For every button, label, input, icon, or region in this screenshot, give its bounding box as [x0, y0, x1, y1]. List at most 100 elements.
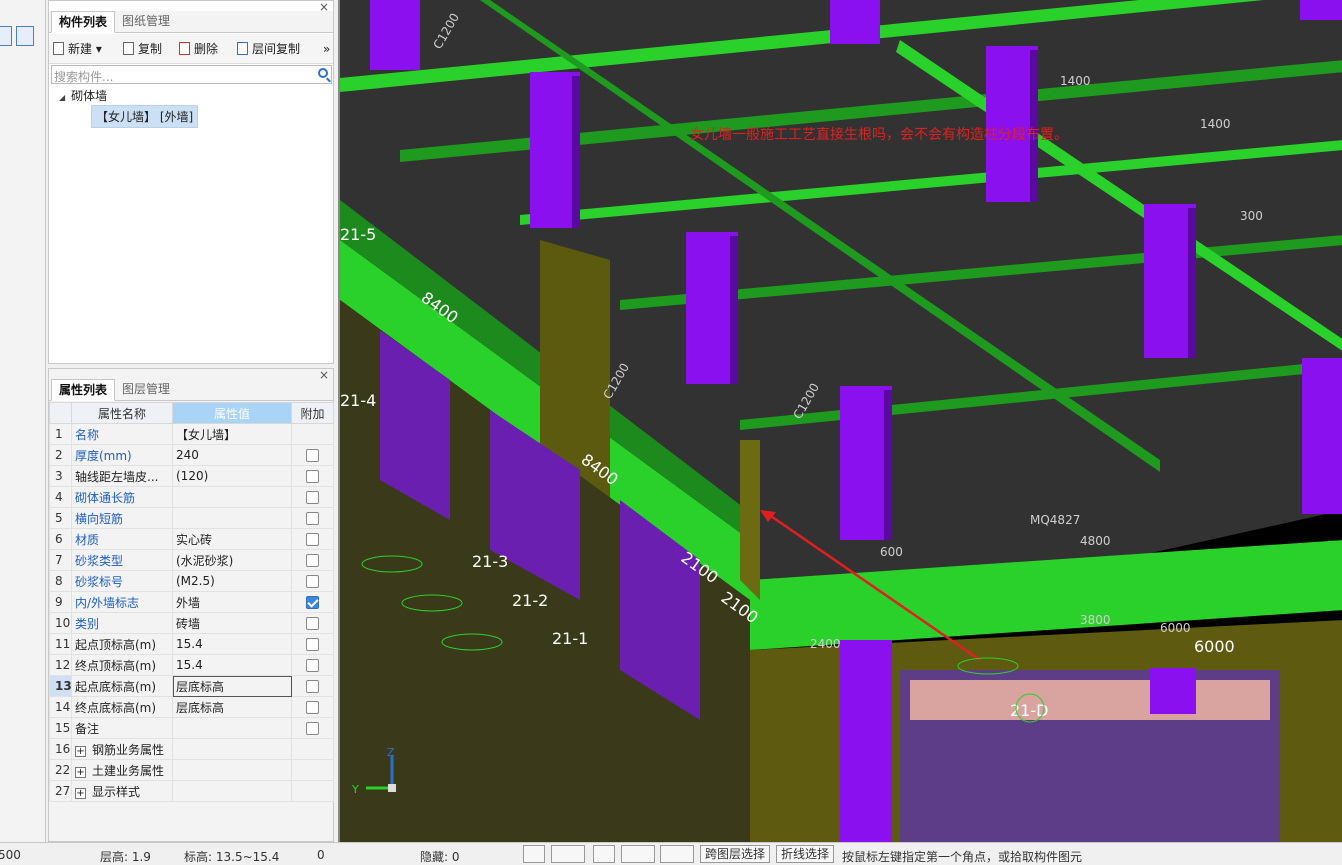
ortho-snap-icon[interactable] [523, 845, 545, 863]
property-value[interactable]: (120) [172, 465, 292, 487]
group-extra-cell [291, 780, 334, 802]
property-value[interactable] [172, 486, 292, 508]
property-value[interactable]: 【女儿墙】 [172, 423, 292, 445]
property-name: 起点顶标高(m) [71, 633, 173, 655]
extra-checkbox[interactable] [306, 533, 319, 546]
property-row[interactable]: 7 砂浆类型 (水泥砂浆) [49, 549, 334, 571]
property-value[interactable]: 15.4 [172, 633, 292, 655]
property-row[interactable]: 11 起点顶标高(m) 15.4 [49, 633, 334, 655]
property-value[interactable]: 实心砖 [172, 528, 292, 550]
search-icon[interactable] [318, 68, 328, 78]
expand-plus-icon[interactable]: + [75, 745, 86, 757]
dim-3800: 3800 [1080, 613, 1111, 627]
property-value[interactable]: (水泥砂浆) [172, 549, 292, 571]
row-number: 12 [49, 654, 72, 676]
extra-checkbox[interactable] [306, 512, 319, 525]
extra-checkbox[interactable] [306, 491, 319, 504]
tab-component-list[interactable]: 构件列表 [51, 11, 116, 33]
property-value[interactable]: 15.4 [172, 654, 292, 676]
extra-checkbox-cell [291, 717, 334, 739]
row-number: 3 [49, 465, 72, 487]
extra-checkbox-cell [291, 654, 334, 676]
row-number: 16 [49, 738, 72, 760]
property-value[interactable]: 层底标高 [172, 675, 292, 697]
angle-icon[interactable] [621, 845, 655, 863]
property-group-row[interactable]: 16 + 钢筋业务属性 [49, 738, 334, 760]
extra-checkbox[interactable] [306, 470, 319, 483]
extra-checkbox[interactable] [306, 701, 319, 714]
new-button[interactable]: 新建 ▾ [53, 41, 102, 57]
tab-drawing-management[interactable]: 图纸管理 [115, 11, 177, 33]
cross-select-icon[interactable] [593, 845, 615, 863]
dim-6000-small: 6000 [1160, 621, 1191, 635]
3d-viewport[interactable]: 女儿墙一般施工工艺直接生根吗，会不会有构造柱分段布置。 21-5 21-4 21… [338, 0, 1342, 842]
extra-checkbox[interactable] [306, 575, 319, 588]
property-row[interactable]: 12 终点顶标高(m) 15.4 [49, 654, 334, 676]
property-group-row[interactable]: 22 + 土建业务属性 [49, 759, 334, 781]
property-value[interactable]: 层底标高 [172, 696, 292, 718]
tree-node-masonry-wall[interactable]: ◢ 砌体墙 [59, 87, 107, 104]
row-number: 6 [49, 528, 72, 550]
extra-checkbox[interactable] [306, 638, 319, 651]
building-3d-model[interactable]: 女儿墙一般施工工艺直接生根吗，会不会有构造柱分段布置。 21-5 21-4 21… [340, 0, 1342, 842]
extra-checkbox-cell [291, 633, 334, 655]
property-row[interactable]: 1 名称 【女儿墙】 [49, 423, 334, 445]
property-row[interactable]: 14 终点底标高(m) 层底标高 [49, 696, 334, 718]
select-box-icon[interactable] [551, 845, 585, 863]
status-left-value: 500 [0, 848, 21, 862]
property-row[interactable]: 9 内/外墙标志 外墙 [49, 591, 334, 613]
floor-copy-button[interactable]: 层间复制 [237, 41, 300, 57]
tree-node-parapet[interactable]: 【女儿墙】 [外墙] [91, 105, 199, 128]
property-row[interactable]: 15 备注 [49, 717, 334, 739]
more-button[interactable]: » [323, 41, 330, 57]
property-name: 备注 [71, 717, 173, 739]
property-value[interactable]: 外墙 [172, 591, 292, 613]
header-num [49, 402, 72, 424]
offset-icon[interactable] [660, 845, 694, 863]
row-number: 10 [49, 612, 72, 634]
extra-checkbox[interactable] [306, 449, 319, 462]
list-icon[interactable] [0, 26, 12, 46]
header-property-name: 属性名称 [71, 402, 173, 424]
extra-checkbox[interactable] [306, 722, 319, 735]
extra-checkbox-cell [291, 570, 334, 592]
tab-property-list[interactable]: 属性列表 [51, 379, 116, 401]
property-value[interactable]: (M2.5) [172, 570, 292, 592]
property-row[interactable]: 13 起点底标高(m) 层底标高 [49, 675, 334, 697]
property-row[interactable]: 4 砌体通长筋 [49, 486, 334, 508]
expand-plus-icon[interactable]: + [75, 787, 86, 799]
property-row[interactable]: 2 厚度(mm) 240 [49, 444, 334, 466]
dim-1400-a: 1400 [1060, 74, 1091, 88]
extra-checkbox[interactable] [306, 659, 319, 672]
property-value[interactable] [172, 507, 292, 529]
collapse-triangle-icon[interactable]: ◢ [59, 93, 65, 102]
axis-label-21-2: 21-2 [512, 591, 548, 610]
search-input[interactable]: 搜索构件... [51, 65, 332, 84]
property-value[interactable]: 砖墙 [172, 612, 292, 634]
property-row[interactable]: 6 材质 实心砖 [49, 528, 334, 550]
property-name: 内/外墙标志 [71, 591, 173, 613]
tab-layer-management[interactable]: 图层管理 [115, 379, 177, 401]
property-value[interactable] [172, 717, 292, 739]
property-row[interactable]: 3 轴线距左墙皮... (120) [49, 465, 334, 487]
delete-button[interactable]: 删除 [179, 41, 218, 57]
property-row[interactable]: 5 横向短筋 [49, 507, 334, 529]
dim-600: 600 [880, 545, 903, 559]
property-group-row[interactable]: 27 + 显示样式 [49, 780, 334, 802]
expand-plus-icon[interactable]: + [75, 766, 86, 778]
extra-checkbox[interactable] [306, 554, 319, 567]
row-number: 13 [49, 675, 72, 697]
grid-icon[interactable] [16, 26, 34, 46]
polyline-select-button[interactable]: 折线选择 [776, 845, 835, 863]
property-value[interactable]: 240 [172, 444, 292, 466]
extra-checkbox[interactable] [306, 596, 319, 609]
extra-checkbox[interactable] [306, 680, 319, 693]
extra-checkbox-cell [291, 612, 334, 634]
copy-button[interactable]: 复制 [123, 41, 162, 57]
property-row[interactable]: 8 砂浆标号 (M2.5) [49, 570, 334, 592]
property-row[interactable]: 10 类别 砖墙 [49, 612, 334, 634]
cross-layer-select-button[interactable]: 跨图层选择 [700, 845, 771, 863]
property-name: 砌体通长筋 [71, 486, 173, 508]
extra-checkbox[interactable] [306, 617, 319, 630]
property-panel: × 属性列表 图层管理 属性名称 属性值 附加 1 名称 【女儿墙】 2 厚度(mm) 2… [48, 368, 334, 842]
